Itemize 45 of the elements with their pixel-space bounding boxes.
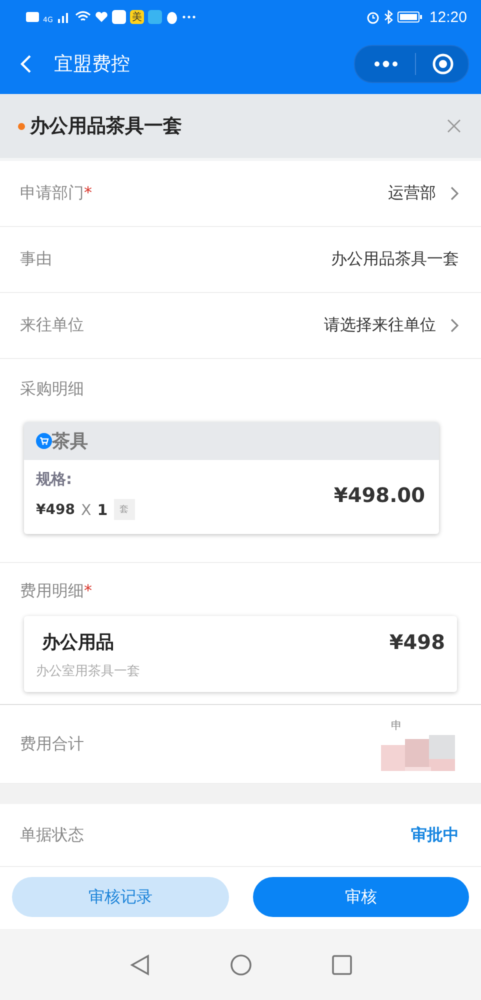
- approve-button[interactable]: 审核: [252, 877, 469, 917]
- item-name: 茶具: [52, 430, 88, 453]
- recents-icon[interactable]: [332, 954, 352, 974]
- field-label: 申请部门*: [20, 183, 93, 204]
- expense-note: 办公室用茶具一套: [36, 663, 141, 680]
- app-icon: [112, 10, 126, 24]
- clock-time: 12:20: [429, 8, 467, 26]
- back-icon[interactable]: [130, 954, 150, 976]
- wifi-icon: [74, 11, 91, 23]
- app-badge: 美: [130, 10, 144, 24]
- alarm-icon: [366, 10, 380, 24]
- unit-tag: 套: [114, 499, 135, 520]
- status-dot-icon: [18, 122, 25, 130]
- amount-caption: 申: [391, 719, 402, 733]
- required-mark: *: [84, 581, 92, 600]
- nav-title: 宜盟费控: [54, 52, 131, 77]
- page-title: 办公用品茶具一套: [30, 114, 183, 139]
- unit-price: ¥498: [36, 502, 75, 518]
- cart-icon: [36, 433, 52, 449]
- section-label: 费用明细*: [19, 581, 93, 602]
- expense-name: 办公用品: [40, 631, 115, 654]
- field-value[interactable]: 请选择来往单位: [324, 315, 436, 336]
- expense-amount: ¥498: [389, 630, 445, 654]
- required-mark: *: [84, 183, 92, 202]
- home-icon[interactable]: [230, 954, 252, 976]
- chevron-icon[interactable]: [450, 318, 459, 333]
- bluetooth-icon: [384, 10, 394, 24]
- more-icon: [182, 15, 196, 19]
- field-label: 事由: [20, 249, 53, 270]
- chevron-icon[interactable]: [450, 186, 459, 201]
- quantity: 1: [97, 500, 108, 518]
- heart-icon: [94, 11, 108, 23]
- battery-icon: [397, 11, 424, 23]
- item-total: ¥498.00: [334, 483, 425, 507]
- spec-label: 规格:: [36, 470, 73, 489]
- field-value[interactable]: 运营部: [388, 183, 436, 204]
- status-value: 审批中: [411, 824, 459, 846]
- field-label: 来往单位: [20, 315, 85, 336]
- field-label: 单据状态: [20, 824, 85, 846]
- field-label: 费用合计: [20, 734, 85, 754]
- more-icon[interactable]: [373, 60, 399, 68]
- signal-icon: [56, 11, 71, 23]
- section-label: 采购明细: [19, 379, 85, 400]
- field-value: 办公用品茶具一套: [331, 249, 459, 270]
- multiply-sign: X: [80, 500, 92, 518]
